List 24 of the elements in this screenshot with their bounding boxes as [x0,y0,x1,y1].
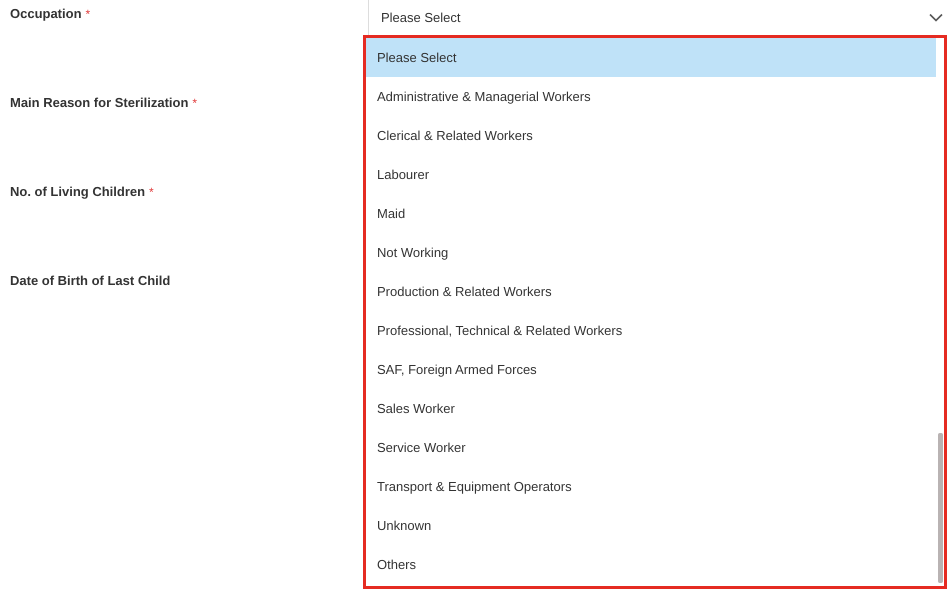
field-label: Date of Birth of Last Child [10,273,170,288]
dropdown-option[interactable]: Unknown [366,506,936,545]
dropdown-option[interactable]: Professional, Technical & Related Workers [366,311,936,350]
dropdown-option[interactable]: Administrative & Managerial Workers [366,77,936,116]
dropdown-option[interactable]: Please Select [366,38,936,77]
required-mark: * [192,96,198,110]
required-mark: * [86,7,90,21]
field-label: Occupation [10,6,82,21]
dropdown-option[interactable]: Maid [366,194,936,233]
dropdown-option[interactable]: Production & Related Workers [366,272,936,311]
required-mark: * [149,185,154,199]
dropdown-option[interactable]: Clerical & Related Workers [366,116,936,155]
field-label: No. of Living Children [10,184,146,199]
dropdown-option[interactable]: Service Worker [366,428,936,467]
dropdown-option[interactable]: Transport & Equipment Operators [366,467,936,506]
dropdown-option[interactable]: Labourer [366,155,936,194]
chevron-down-icon [929,13,943,22]
field-label: Main Reason for Sterilization [10,95,188,110]
dropdown-option[interactable]: Sales Worker [366,389,936,428]
dropdown-option[interactable]: SAF, Foreign Armed Forces [366,350,936,389]
occupation-select[interactable]: Please Select [368,0,947,35]
dropdown-option[interactable]: Others [366,545,936,584]
scrollbar-thumb[interactable] [938,433,943,583]
dropdown-option[interactable]: Not Working [366,233,936,272]
